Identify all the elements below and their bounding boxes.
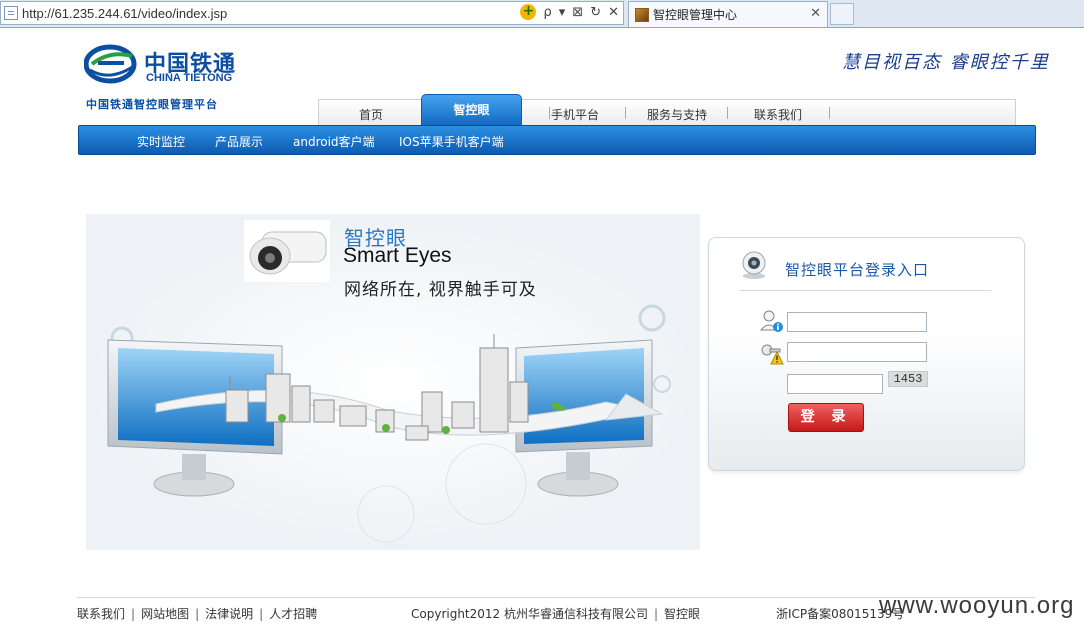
nav-smart-eyes-active[interactable]: 智控眼 [421,94,522,126]
subnav-realtime-monitoring[interactable]: 实时监控 [137,133,185,150]
china-tietong-logo-icon [84,44,137,84]
browser-tab[interactable]: 智控眼管理中心 ✕ [628,1,828,27]
logo-subtitle: 中国铁通智控眼管理平台 [86,98,218,111]
footer-link-legal[interactable]: 法律说明 [205,607,253,621]
compat-view-button[interactable]: ⊠ [572,5,583,20]
footer-link-contact[interactable]: 联系我们 [77,607,125,621]
compatibility-view-icon[interactable]: + [520,4,537,20]
key-warning-icon [761,344,784,365]
browser-toolbar: http://61.235.244.61/video/index.jsp + ρ… [0,0,1084,28]
page-icon [4,6,18,20]
nav-divider [549,107,550,119]
url-text[interactable]: http://61.235.244.61/video/index.jsp [22,6,227,21]
subnav-android-client[interactable]: android客户端 [293,133,375,150]
footer-copyright-block: Copyright2012 杭州华睿通信科技有限公司 | 智控眼 [411,607,701,621]
nav-home[interactable]: 首页 [359,106,383,123]
footer-links: 联系我们 | 网站地图 | 法律说明 | 人才招聘 [77,607,318,621]
login-title: 智控眼平台登录入口 [785,261,930,279]
sub-nav: 实时监控 产品展示 android客户端 IOS苹果手机客户端 [78,125,1036,155]
camera-icon [244,220,330,282]
dropdown-arrow-icon[interactable]: ▾ [559,5,566,20]
login-panel: 智控眼平台登录入口 1453 登 录 [708,237,1025,471]
new-tab-button[interactable] [830,3,854,25]
site-logo[interactable]: 中国铁通 CHINA TIETONG 中国铁通智控眼管理平台 [84,42,244,114]
subnav-product-showcase[interactable]: 产品展示 [215,133,263,150]
footer-link-sitemap[interactable]: 网站地图 [141,607,189,621]
logo-english: CHINA TIETONG [146,72,233,84]
footer-copyright: Copyright2012 杭州华睿通信科技有限公司 [411,607,648,621]
close-tab-icon[interactable]: ✕ [810,6,821,21]
nav-divider [727,107,728,119]
nav-service-support[interactable]: 服务与支持 [647,106,707,123]
subnav-ios-client[interactable]: IOS苹果手机客户端 [399,133,504,150]
refresh-icon[interactable]: ↻ [590,5,601,20]
nav-mobile-platform[interactable]: 手机平台 [551,106,599,123]
login-divider [739,290,991,291]
address-bar[interactable]: http://61.235.244.61/video/index.jsp + ρ… [0,1,624,25]
nav-contact[interactable]: 联系我们 [754,106,802,123]
login-button[interactable]: 登 录 [788,403,864,432]
user-icon [759,310,783,332]
slogan: 慧目视百态 睿眼控千里 [842,52,1050,73]
hero-title-en: Smart Eyes [343,244,452,267]
webcam-icon [742,251,766,279]
stop-icon[interactable]: ✕ [608,5,619,20]
password-input[interactable] [787,342,927,362]
watermark: www.wooyun.org [879,592,1075,619]
footer-brand: 智控眼 [664,607,701,621]
search-icon[interactable]: ρ [543,5,551,20]
favicon-icon [635,7,649,22]
tab-title[interactable]: 智控眼管理中心 [653,6,737,23]
captcha-input[interactable] [787,374,883,394]
captcha-code[interactable]: 1453 [888,371,928,387]
nav-divider [829,107,830,119]
footer-link-careers[interactable]: 人才招聘 [269,607,317,621]
address-controls: + ρ ▾ ⊠ ↻ ✕ [520,4,619,20]
nav-divider [625,107,626,119]
hero-subtitle: 网络所在, 视界触手可及 [344,280,537,300]
username-input[interactable] [787,312,927,332]
